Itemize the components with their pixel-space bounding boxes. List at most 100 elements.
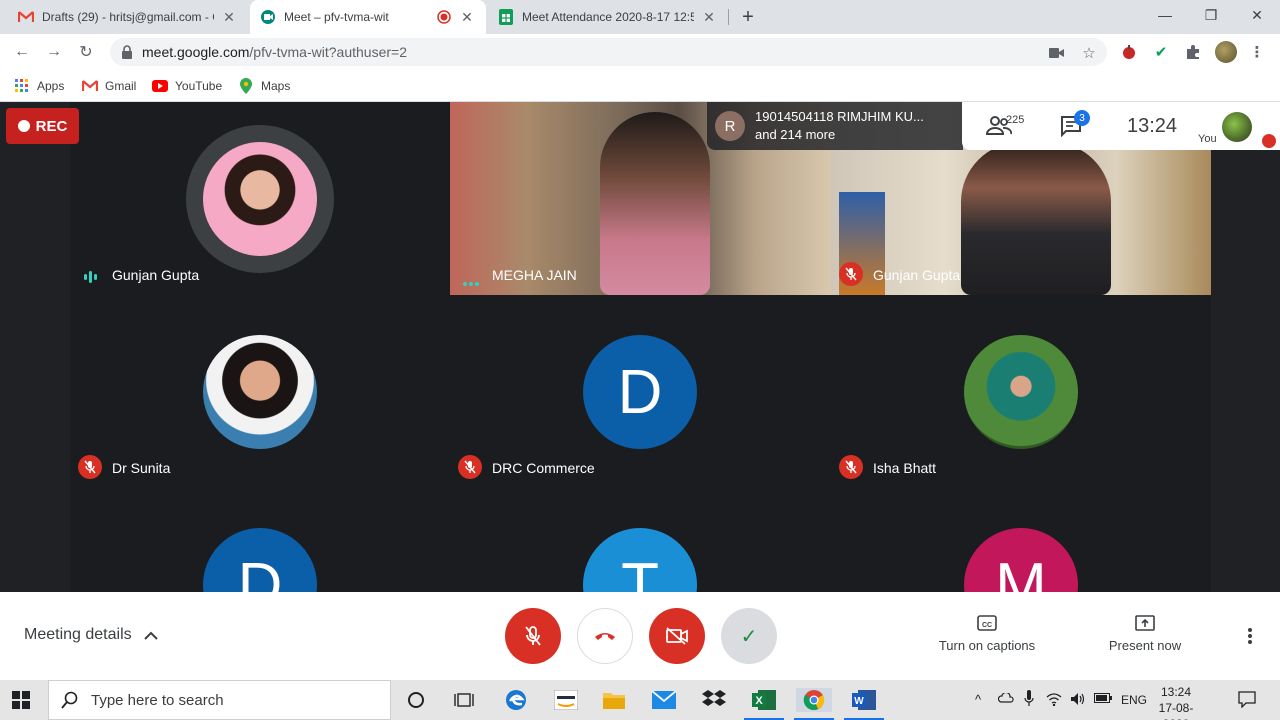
system-clock[interactable]: 13:24 17-08-2020 <box>1148 684 1204 720</box>
input-language[interactable]: ENG <box>1121 693 1147 707</box>
browser-toolbar: ← → ↻ meet.google.com/pfv-tvma-wit?authu… <box>0 34 1280 70</box>
meeting-details-button[interactable]: Meeting details <box>24 626 158 644</box>
wifi-icon[interactable] <box>1046 692 1062 709</box>
close-tab-icon[interactable]: ✕ <box>700 8 718 26</box>
participant-tile[interactable]: D <box>70 488 450 592</box>
word-icon[interactable]: W <box>851 688 877 712</box>
bookmark-gmail[interactable]: Gmail <box>82 76 136 96</box>
dropbox-icon[interactable] <box>701 688 727 712</box>
bookmark-maps[interactable]: Maps <box>238 76 290 96</box>
bookmark-apps[interactable]: Apps <box>14 76 64 96</box>
camera-blocked-icon[interactable] <box>1048 44 1066 62</box>
file-explorer-icon[interactable] <box>601 688 627 712</box>
avatar: R <box>715 111 745 141</box>
task-view-icon[interactable] <box>451 688 477 712</box>
address-bar[interactable]: meet.google.com/pfv-tvma-wit?authuser=2 … <box>110 38 1107 66</box>
closed-captions-icon: CC <box>977 615 997 631</box>
system-date: 17-08-2020 <box>1158 701 1194 720</box>
tab-meet[interactable]: Meet – pfv-tvma-wit ✕ <box>250 0 486 34</box>
svg-text:X: X <box>755 695 763 707</box>
recording-label: REC <box>35 117 68 135</box>
new-tab-button[interactable]: + <box>736 5 760 29</box>
restore-window-button[interactable]: ❐ <box>1188 0 1234 30</box>
profile-avatar[interactable] <box>1215 41 1237 63</box>
participant-tile[interactable]: D DRC Commerce <box>450 295 831 488</box>
self-label: You <box>1198 133 1217 145</box>
gmail-icon <box>82 78 98 94</box>
recording-badge: REC <box>6 108 79 144</box>
notifications-icon[interactable] <box>1238 690 1256 711</box>
extension-check-button[interactable]: ✓ <box>721 608 777 664</box>
meeting-clock: 13:24 <box>1127 115 1178 137</box>
meet-icon <box>260 9 276 25</box>
chrome-icon[interactable] <box>796 688 832 712</box>
url-host: meet.google.com <box>142 44 250 60</box>
tab-title: Drafts (29) - hritsj@gmail.com - G <box>42 10 214 24</box>
bookmark-label: YouTube <box>175 79 223 93</box>
gmail-icon <box>18 9 34 25</box>
tab-title: Meet Attendance 2020-8-17 12:5 <box>522 10 694 24</box>
participant-name: MEGHA JAIN <box>492 267 577 283</box>
present-now-button[interactable]: Present now <box>1085 614 1205 653</box>
lock-icon <box>122 45 132 59</box>
url-path: /pfv-tvma-wit?authuser=2 <box>249 44 407 60</box>
windows-start-icon[interactable] <box>12 691 30 709</box>
extensions-puzzle-icon[interactable] <box>1183 42 1203 62</box>
mic-off-icon <box>525 626 541 646</box>
captions-button[interactable]: CC Turn on captions <box>927 614 1047 653</box>
amazon-icon[interactable] <box>553 688 579 712</box>
minimize-window-button[interactable]: — <box>1142 0 1188 30</box>
participant-name: Isha Bhatt <box>873 460 937 476</box>
volume-icon[interactable] <box>1070 692 1086 709</box>
bookmark-youtube[interactable]: YouTube <box>152 76 222 96</box>
bookmark-star-icon[interactable]: ☆ <box>1080 44 1098 62</box>
check-icon: ✓ <box>740 625 758 648</box>
extension-apple-icon[interactable] <box>1119 42 1139 62</box>
camera-toggle-button[interactable] <box>649 608 705 664</box>
avatar <box>964 335 1078 449</box>
system-time: 13:24 <box>1160 685 1192 699</box>
participant-tile[interactable]: Gunjan Gupta <box>70 102 450 295</box>
avatar: D <box>203 528 317 592</box>
chevron-up-icon <box>143 627 158 643</box>
bookmark-label: Gmail <box>105 79 137 93</box>
battery-icon[interactable] <box>1094 692 1112 706</box>
muted-mic-icon <box>839 455 863 479</box>
close-tab-icon[interactable]: ✕ <box>458 8 476 26</box>
self-muted-icon <box>1262 134 1276 148</box>
extension-check-icon[interactable]: ✔ <box>1151 42 1171 62</box>
tab-meet-attendance[interactable]: Meet Attendance 2020-8-17 12:5 ✕ <box>488 0 728 34</box>
windows-taskbar: Type here to search X W ^ ENG 13:24 17-0… <box>0 680 1280 720</box>
edge-browser-icon[interactable] <box>503 688 529 712</box>
microphone-toggle-button[interactable] <box>505 608 561 664</box>
bookmarks-bar: Apps Gmail YouTube Maps <box>0 70 1280 102</box>
participant-tile[interactable]: T <box>450 488 831 592</box>
onedrive-icon[interactable] <box>997 691 1014 706</box>
show-hidden-icons-icon[interactable]: ^ <box>975 692 981 707</box>
browser-tab-strip: Drafts (29) - hritsj@gmail.com - G ✕ Mee… <box>0 0 1280 34</box>
url-text: meet.google.com/pfv-tvma-wit?authuser=2 <box>142 44 407 60</box>
chrome-menu-icon[interactable]: ⋮ <box>1247 42 1267 62</box>
microphone-tray-icon[interactable] <box>1024 690 1034 709</box>
participant-tile[interactable]: M <box>831 488 1211 592</box>
reload-button[interactable]: ↻ <box>74 40 98 64</box>
recording-indicator-icon <box>436 9 452 25</box>
more-options-icon[interactable] <box>1240 626 1260 646</box>
excel-icon[interactable]: X <box>751 688 777 712</box>
video-person <box>600 112 710 295</box>
cortana-icon[interactable] <box>403 688 429 712</box>
join-notice-more: and 214 more <box>755 127 836 142</box>
present-label: Present now <box>1108 638 1182 653</box>
forward-button[interactable]: → <box>42 40 66 64</box>
participant-tile[interactable]: Dr Sunita <box>70 295 450 488</box>
close-window-button[interactable]: ✕ <box>1234 0 1280 30</box>
back-button[interactable]: ← <box>10 40 34 64</box>
taskbar-search[interactable]: Type here to search <box>48 680 391 720</box>
mail-icon[interactable] <box>651 688 677 712</box>
self-avatar[interactable] <box>1222 112 1252 142</box>
tab-gmail-drafts[interactable]: Drafts (29) - hritsj@gmail.com - G ✕ <box>8 0 248 34</box>
close-tab-icon[interactable]: ✕ <box>220 8 238 26</box>
meet-control-bar: Meeting details ✓ CC Turn on captions Pr… <box>0 592 1280 680</box>
leave-call-button[interactable] <box>577 608 633 664</box>
participant-tile[interactable]: Isha Bhatt <box>831 295 1211 488</box>
